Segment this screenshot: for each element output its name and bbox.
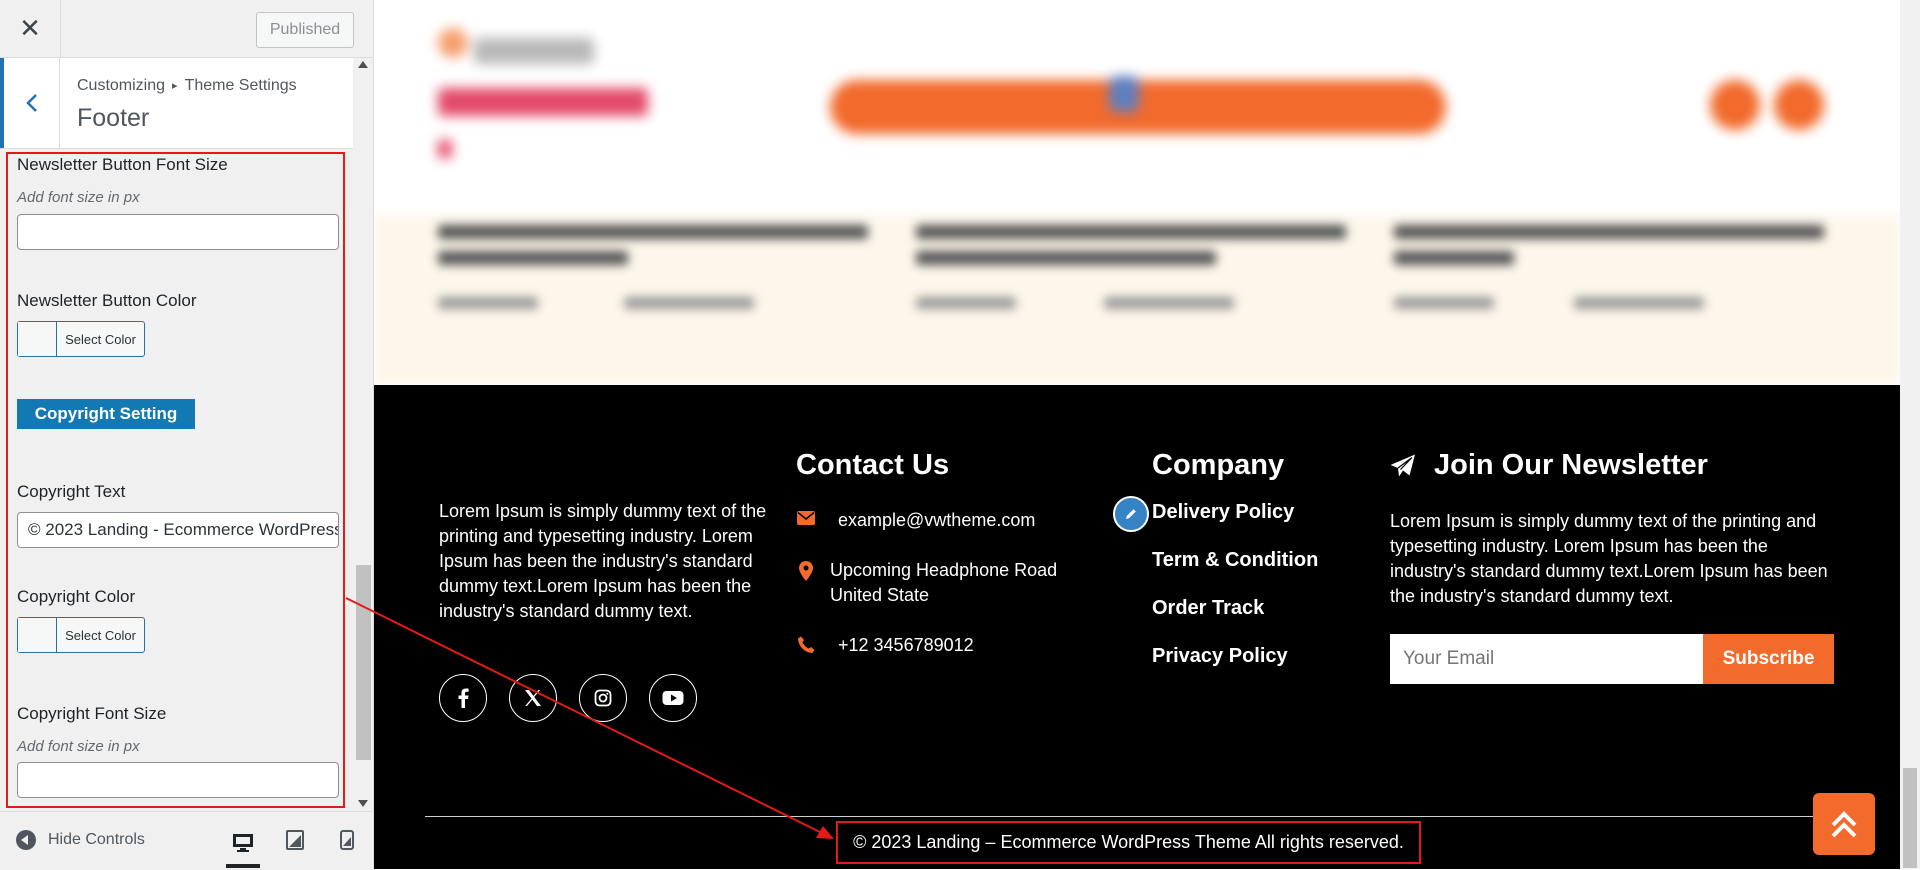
facebook-link[interactable] [439, 674, 487, 722]
desktop-icon [233, 834, 253, 852]
back-to-top-button[interactable] [1813, 793, 1875, 855]
breadcrumb: Customizing ▸ Theme Settings [77, 77, 297, 95]
collapse-icon [16, 830, 36, 850]
contact-phone[interactable]: +12 3456789012 [838, 633, 974, 658]
tablet-icon [286, 830, 304, 850]
preview-tablet-button[interactable] [278, 822, 312, 858]
scroll-up-arrow-icon[interactable] [358, 61, 368, 68]
contact-address: Upcoming Headphone Road United State [830, 558, 1057, 608]
x-twitter-icon [525, 690, 541, 706]
company-link-privacy-policy[interactable]: Privacy Policy [1152, 645, 1288, 668]
newsletter-heading: Join Our Newsletter [1434, 449, 1708, 481]
newsletter-font-size-description: Add font size in px [17, 189, 140, 206]
subscribe-button[interactable]: Subscribe [1703, 634, 1834, 684]
company-link-order-track[interactable]: Order Track [1152, 597, 1264, 620]
scroll-down-arrow-icon[interactable] [358, 800, 368, 807]
pencil-icon [1126, 509, 1136, 519]
address-line-1: Upcoming Headphone Road [830, 560, 1058, 580]
phone-icon [796, 633, 816, 654]
select-color-label: Select Color [65, 627, 136, 643]
footer-about-text: Lorem Ipsum is simply dummy text of the … [439, 501, 767, 621]
copyright-text-input[interactable]: © 2023 Landing - Ecommerce WordPress The… [17, 512, 339, 548]
color-swatch [18, 618, 57, 652]
select-color-label: Select Color [65, 331, 136, 347]
chevron-left-icon [25, 94, 37, 112]
blurred-post-cards [374, 215, 1900, 385]
company-link-term-condition[interactable]: Term & Condition [1152, 549, 1318, 572]
preview-scrollbar-thumb[interactable] [1903, 768, 1917, 868]
preview-scrollbar[interactable] [1900, 0, 1920, 869]
youtube-link[interactable] [649, 674, 697, 722]
youtube-icon [662, 691, 684, 705]
copyright-color-title: Copyright Color [17, 587, 136, 606]
hide-controls-button[interactable]: Hide Controls [16, 830, 145, 850]
preview-mobile-button[interactable] [330, 822, 364, 858]
customizer-top-bar: ✕ Published [0, 0, 373, 58]
newsletter-font-size-title: Newsletter Button Font Size [17, 155, 228, 174]
company-link-delivery-policy[interactable]: Delivery Policy [1152, 501, 1294, 524]
contact-email[interactable]: example@vwtheme.com [838, 508, 1035, 533]
preview-desktop-button[interactable] [226, 822, 260, 868]
copyright-setting-heading: Copyright Setting [17, 399, 195, 429]
contact-heading: Contact Us [796, 449, 950, 481]
site-preview: Lorem Ipsum is simply dummy text of the … [374, 0, 1920, 869]
copyright-text: © 2023 Landing – Ecommerce WordPress The… [836, 821, 1421, 864]
instagram-link[interactable] [579, 674, 627, 722]
footer-divider [425, 816, 1849, 817]
newsletter-color-picker-button[interactable]: Select Color [17, 321, 145, 357]
contact-email-row: example@vwtheme.com [796, 508, 1035, 533]
breadcrumb-customizing: Customizing [77, 77, 166, 94]
breadcrumb-separator-icon: ▸ [172, 80, 178, 92]
section-title: Footer [77, 104, 150, 132]
blurred-header-area [374, 0, 1900, 215]
back-button[interactable] [0, 58, 60, 148]
double-chevron-up-icon [1831, 811, 1857, 838]
breadcrumb-theme-settings: Theme Settings [184, 77, 297, 94]
site-footer: Lorem Ipsum is simply dummy text of the … [374, 385, 1900, 869]
footer-controls-panel: Newsletter Button Font Size Add font siz… [6, 152, 345, 808]
hide-controls-label: Hide Controls [48, 831, 145, 848]
edit-shortcut-button[interactable] [1113, 496, 1149, 532]
customizer-footer-bar: Hide Controls [0, 811, 373, 870]
newsletter-email-input[interactable]: Your Email [1390, 634, 1703, 684]
contact-phone-row: +12 3456789012 [796, 633, 974, 658]
map-pin-icon [796, 558, 816, 581]
contact-address-row: Upcoming Headphone Road United State [796, 558, 1057, 608]
controls-scrollbar[interactable] [354, 58, 373, 810]
close-customizer-button[interactable]: ✕ [0, 0, 61, 57]
newsletter-heading-row: Join Our Newsletter [1390, 449, 1708, 482]
section-header: Customizing ▸ Theme Settings Footer [0, 58, 353, 149]
copyright-color-picker-button[interactable]: Select Color [17, 617, 145, 653]
address-line-2: United State [830, 585, 930, 605]
copyright-text-title: Copyright Text [17, 482, 126, 501]
scrollbar-thumb[interactable] [356, 565, 371, 760]
published-button[interactable]: Published [256, 12, 354, 48]
color-swatch [18, 322, 57, 356]
customizer-sidebar: ✕ Published Customizing ▸ Theme Settings F… [0, 0, 374, 870]
newsletter-text: Lorem Ipsum is simply dummy text of the … [1390, 511, 1828, 606]
copyright-font-size-input[interactable] [17, 762, 339, 798]
mobile-icon [340, 830, 354, 850]
x-twitter-link[interactable] [509, 674, 557, 722]
close-icon: ✕ [19, 13, 41, 43]
envelope-icon [796, 508, 816, 525]
copyright-font-size-title: Copyright Font Size [17, 704, 167, 723]
facebook-icon [458, 688, 469, 708]
company-heading: Company [1152, 449, 1285, 481]
newsletter-color-title: Newsletter Button Color [17, 291, 197, 310]
paper-plane-icon [1390, 454, 1415, 476]
instagram-icon [594, 689, 612, 707]
copyright-font-size-description: Add font size in px [17, 738, 140, 755]
newsletter-font-size-input[interactable] [17, 214, 339, 250]
